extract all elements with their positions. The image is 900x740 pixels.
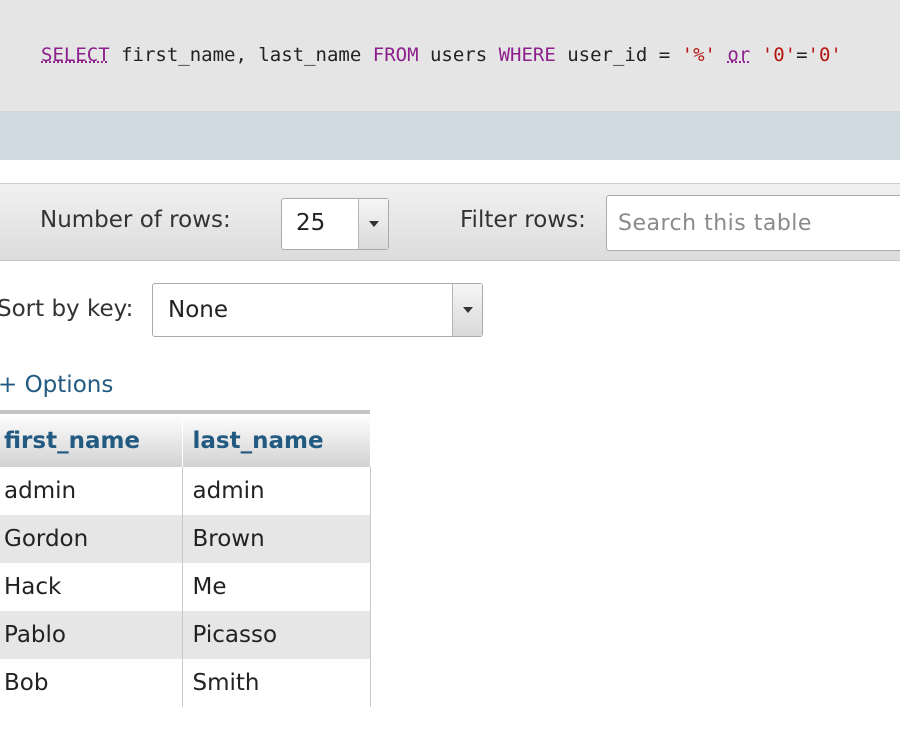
sql-token-str: '%' xyxy=(681,44,716,66)
column-header-last-name[interactable]: last_name xyxy=(181,410,370,467)
cell-last-name: Smith xyxy=(181,659,371,707)
cell-last-name: Picasso xyxy=(181,611,371,659)
rows-count-value: 25 xyxy=(296,210,326,236)
cell-last-name: admin xyxy=(181,467,371,515)
sql-token-kw-first: or xyxy=(727,44,751,66)
chevron-down-icon xyxy=(462,307,473,313)
sql-token-plain: first_name, last_name xyxy=(109,44,373,66)
cell-first-name: Bob xyxy=(0,659,182,707)
table-row: Hack Me xyxy=(0,563,371,611)
cell-last-name: Me xyxy=(181,563,371,611)
rows-count-label: Number of rows: xyxy=(40,207,231,233)
sql-token-plain xyxy=(750,44,761,66)
options-toggle-link[interactable]: + Options xyxy=(0,372,113,398)
sql-token-str: '0' xyxy=(761,44,797,66)
results-table: first_name last_name admin admin Gordon … xyxy=(0,410,371,707)
cell-last-name: Brown xyxy=(181,515,371,563)
table-navigation-toolbar: Number of rows: 25 Filter rows: xyxy=(0,183,900,261)
cell-first-name: Pablo xyxy=(0,611,182,659)
sql-token-plain: = xyxy=(796,44,808,66)
table-row: Gordon Brown xyxy=(0,515,371,563)
filter-rows-label: Filter rows: xyxy=(460,207,586,233)
sql-token-kw-first: SELECT xyxy=(41,44,110,66)
sql-token-plain xyxy=(716,44,727,66)
table-row: admin admin xyxy=(0,467,371,515)
sql-token-plain: user_id = xyxy=(555,44,682,66)
rows-dropdown-button[interactable] xyxy=(358,199,388,249)
sort-dropdown-button[interactable] xyxy=(452,284,482,336)
sql-query-text: SELECT first_name, last_name FROM users … xyxy=(41,44,842,66)
cell-first-name: Gordon xyxy=(0,515,182,563)
chevron-down-icon xyxy=(368,221,379,227)
filter-rows-input[interactable] xyxy=(606,195,900,251)
table-row: Pablo Picasso xyxy=(0,611,371,659)
sort-by-key-label: Sort by key: xyxy=(0,296,134,322)
query-separator-band xyxy=(0,112,900,160)
sql-token-kw: WHERE xyxy=(498,44,556,66)
cell-first-name: Hack xyxy=(0,563,182,611)
sort-by-key-select[interactable]: None xyxy=(152,283,483,337)
rows-count-select[interactable]: 25 xyxy=(281,198,389,250)
sql-token-str: '0' xyxy=(807,44,842,66)
sql-token-kw: FROM xyxy=(372,44,419,66)
cell-first-name: admin xyxy=(0,467,182,515)
sql-query-box: SELECT first_name, last_name FROM users … xyxy=(0,0,900,112)
column-header-first-name[interactable]: first_name xyxy=(0,410,183,467)
sql-token-plain: users xyxy=(418,44,499,66)
table-row: Bob Smith xyxy=(0,659,371,707)
table-header-row: first_name last_name xyxy=(0,410,370,467)
sort-by-key-value: None xyxy=(168,297,229,323)
